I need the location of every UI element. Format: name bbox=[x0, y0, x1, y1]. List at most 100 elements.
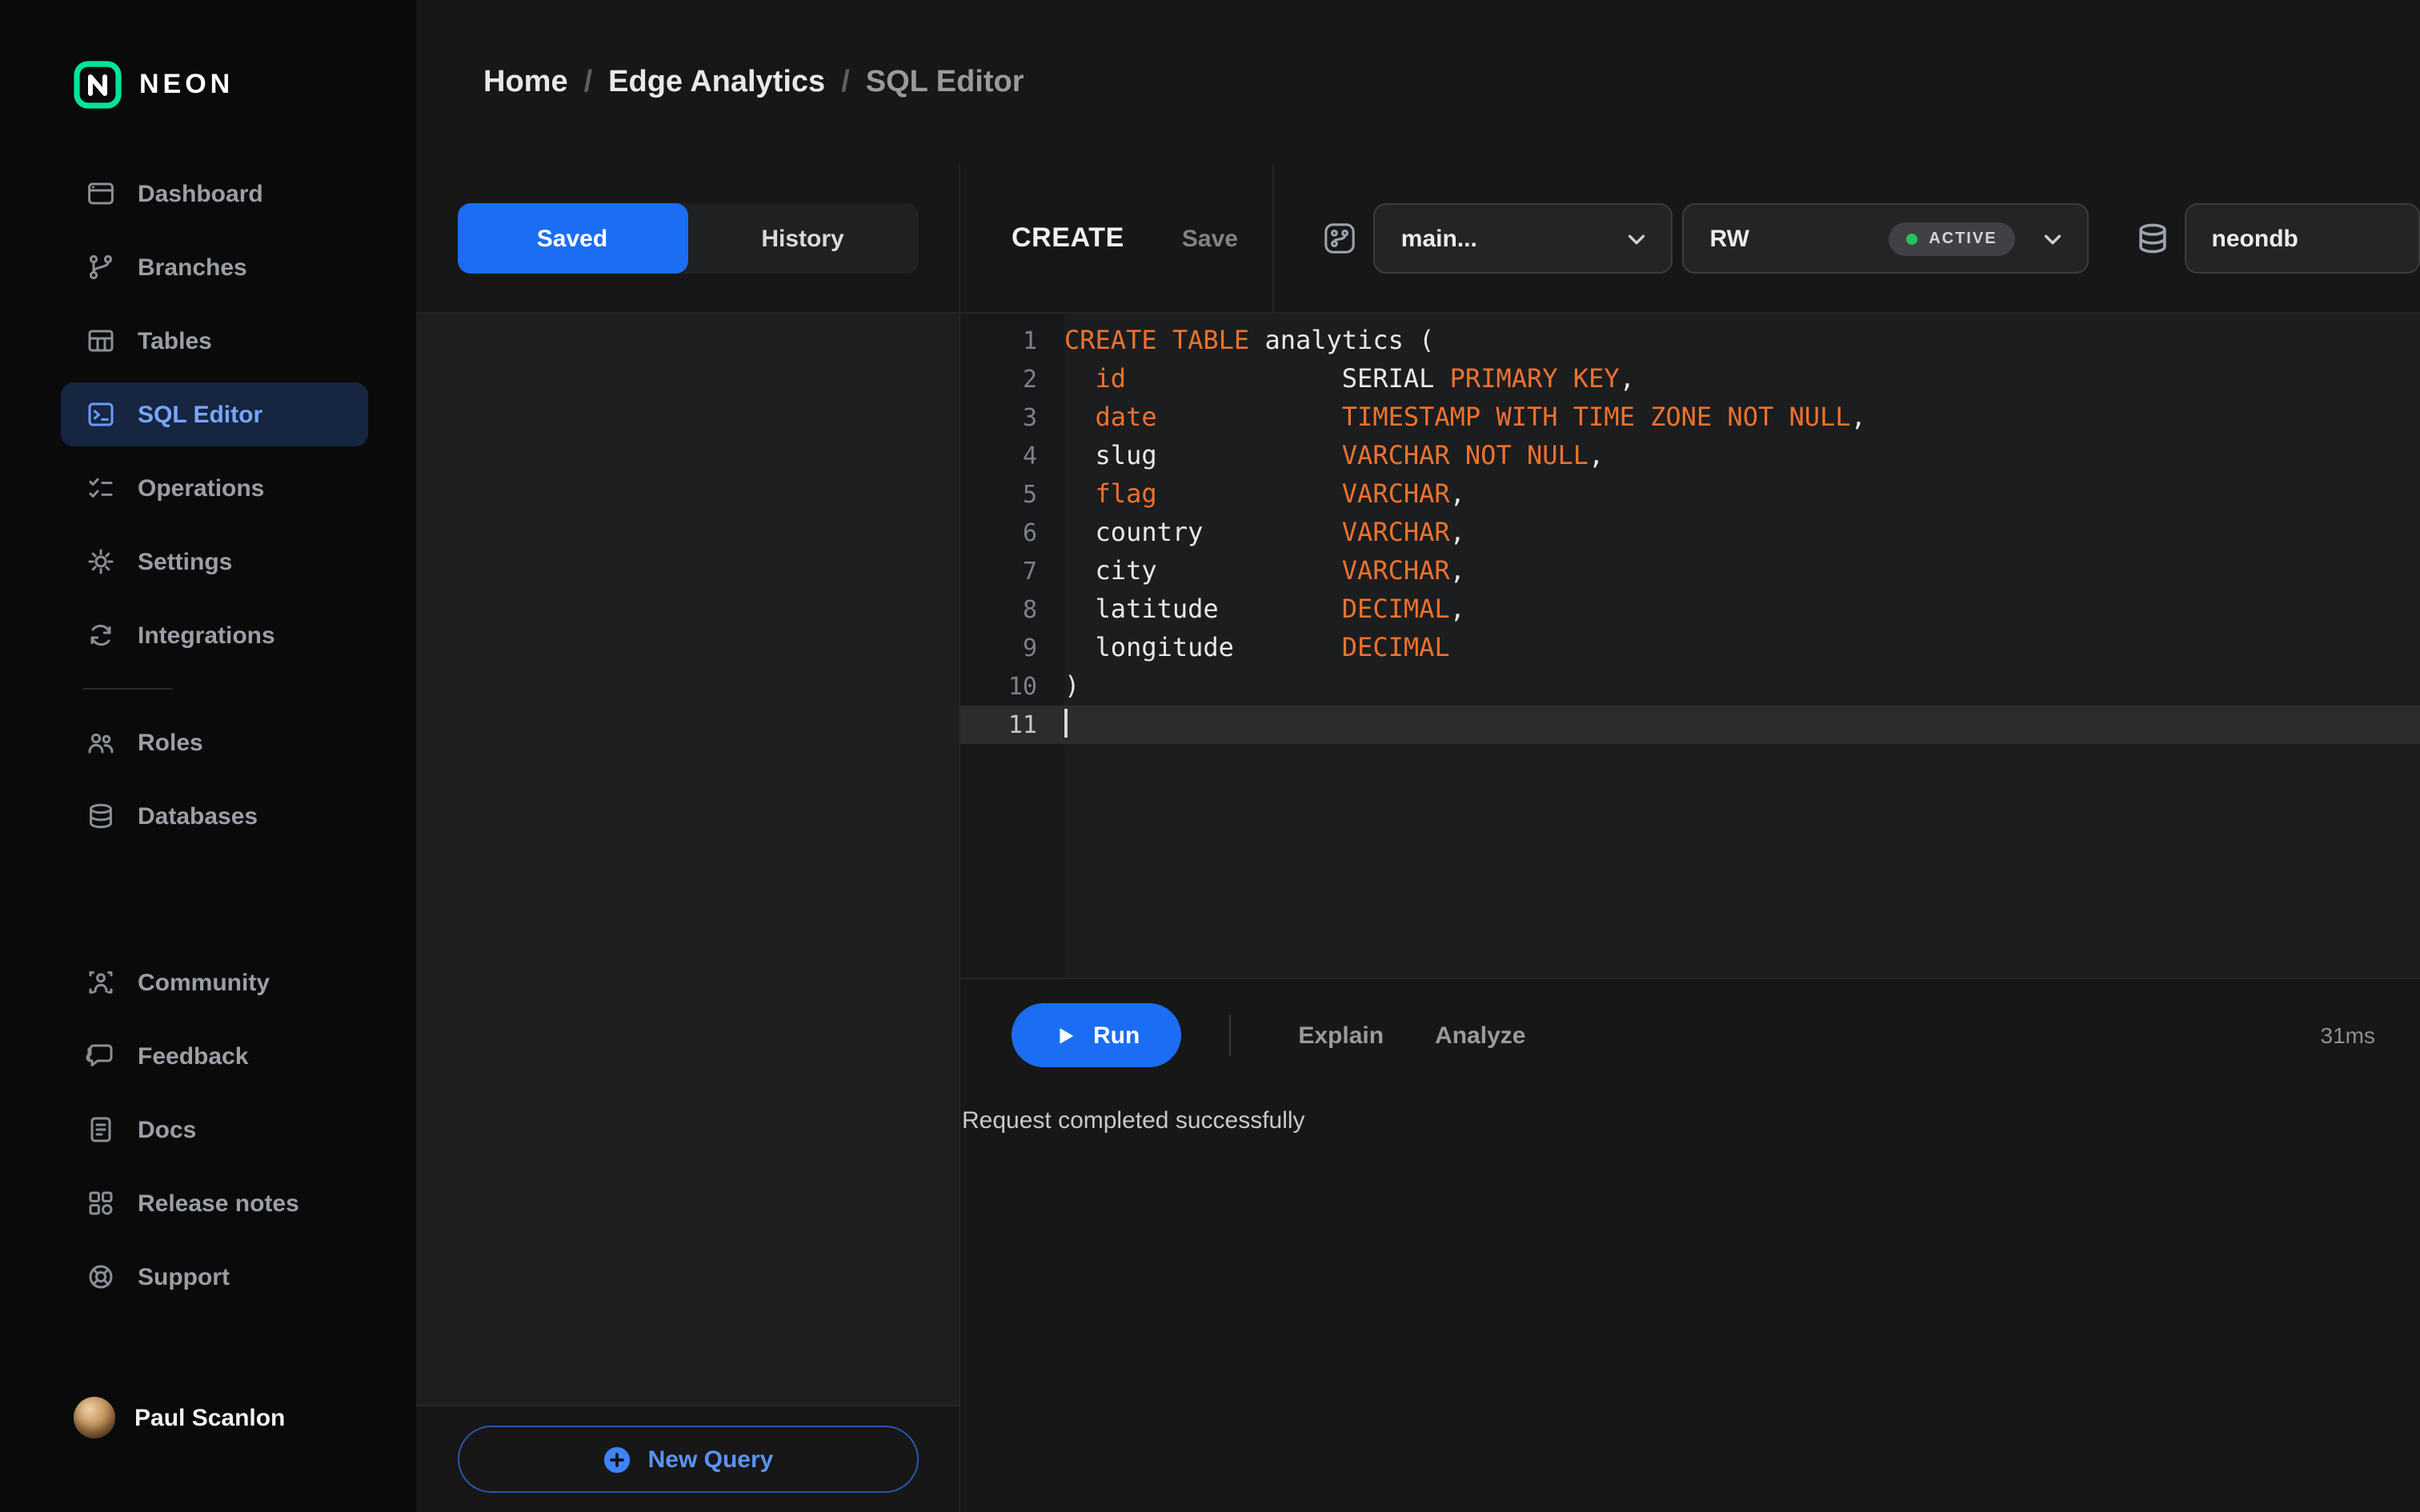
code-text: CREATE TABLE analytics ( bbox=[1064, 325, 1435, 355]
status-message: Request completed successfully bbox=[962, 1107, 1305, 1134]
chevron-down-icon bbox=[2041, 226, 2065, 250]
sidebar-item-settings[interactable]: Settings bbox=[61, 530, 368, 594]
support-icon bbox=[85, 1261, 117, 1293]
queries-footer: New Query bbox=[416, 1406, 959, 1512]
sidebar-item-support[interactable]: Support bbox=[61, 1245, 368, 1309]
play-icon bbox=[1053, 1023, 1077, 1047]
sidebar-item-label: SQL Editor bbox=[138, 401, 263, 428]
new-query-label: New Query bbox=[647, 1446, 774, 1473]
user-name: Paul Scanlon bbox=[134, 1404, 286, 1431]
integrations-icon bbox=[85, 619, 117, 651]
code-text: flag VARCHAR, bbox=[1095, 478, 1465, 509]
sidebar-item-label: Release notes bbox=[138, 1190, 299, 1217]
run-bar: Run Explain Analyze 31ms bbox=[960, 978, 2420, 1091]
line-number: 8 bbox=[1022, 595, 1037, 624]
line-number: 9 bbox=[1022, 634, 1037, 662]
plus-circle-icon bbox=[602, 1444, 632, 1474]
sidebar-group: Dashboard Branches Tables SQL Editor Operati… bbox=[0, 162, 416, 667]
sidebar-item-integrations[interactable]: Integrations bbox=[61, 603, 368, 667]
editor-toolbar: CREATE Save main... RW ACTIVE neondb bbox=[960, 165, 2420, 314]
breadcrumb: Home / Edge Analytics / SQL Editor bbox=[416, 0, 2420, 165]
line-number: 1 bbox=[1022, 326, 1037, 355]
code-text: id SERIAL PRIMARY KEY, bbox=[1095, 363, 1635, 394]
new-query-button[interactable]: New Query bbox=[457, 1426, 918, 1493]
code-line[interactable]: 3 date TIMESTAMP WITH TIME ZONE NOT NULL… bbox=[960, 398, 2420, 437]
sidebar-item-label: Operations bbox=[138, 474, 265, 502]
content-area: Saved History New Query CREATE Save main… bbox=[416, 165, 2420, 1512]
saved-queries-list[interactable] bbox=[416, 312, 959, 1406]
query-title: CREATE bbox=[1012, 222, 1124, 253]
sidebar-item-docs[interactable]: Docs bbox=[61, 1098, 368, 1162]
sidebar-item-branches[interactable]: Branches bbox=[61, 235, 368, 299]
line-number: 2 bbox=[1022, 365, 1037, 394]
database-select[interactable]: neondb bbox=[2184, 203, 2420, 274]
sql-editor-icon bbox=[85, 398, 117, 430]
code-line[interactable]: 4 slug VARCHAR NOT NULL, bbox=[960, 437, 2420, 475]
branch-diagram-icon[interactable] bbox=[1323, 221, 1358, 256]
line-number: 6 bbox=[1022, 518, 1037, 547]
user-menu[interactable]: Paul Scanlon bbox=[0, 1397, 416, 1512]
sql-code-editor[interactable]: 1 CREATE TABLE analytics ( 2 id SERIAL PRI… bbox=[960, 314, 2420, 978]
sidebar: NEON Dashboard Branches Tables SQL Editor Op… bbox=[0, 0, 416, 1512]
code-line[interactable]: 5 flag VARCHAR, bbox=[960, 475, 2420, 514]
save-button[interactable]: Save bbox=[1182, 225, 1238, 252]
main-content: Home / Edge Analytics / SQL Editor Saved Hist… bbox=[416, 0, 2420, 1512]
branch-select-value: main... bbox=[1400, 225, 1477, 252]
sidebar-item-feedback[interactable]: Feedback bbox=[61, 1024, 368, 1088]
analyze-button[interactable]: Analyze bbox=[1409, 1022, 1551, 1049]
sidebar-item-label: Roles bbox=[138, 729, 203, 756]
tab-history[interactable]: History bbox=[687, 203, 918, 274]
code-line[interactable]: 11 bbox=[960, 706, 2420, 744]
database-icon bbox=[2134, 219, 2172, 258]
sidebar-item-tables[interactable]: Tables bbox=[61, 309, 368, 373]
explain-button[interactable]: Explain bbox=[1272, 1022, 1409, 1049]
line-number: 10 bbox=[1008, 672, 1037, 701]
docs-icon bbox=[85, 1114, 117, 1146]
line-number: 3 bbox=[1022, 403, 1037, 432]
breadcrumb-item-sql-editor: SQL Editor bbox=[865, 65, 1024, 98]
status-badge-label: ACTIVE bbox=[1929, 230, 1997, 247]
sidebar-item-label: Tables bbox=[138, 327, 212, 354]
breadcrumb-item-edge-analytics[interactable]: Edge Analytics bbox=[608, 65, 825, 100]
code-line[interactable]: 2 id SERIAL PRIMARY KEY, bbox=[960, 360, 2420, 398]
code-text: latitude DECIMAL, bbox=[1064, 594, 1465, 624]
sidebar-item-operations[interactable]: Operations bbox=[61, 456, 368, 520]
neon-logo-icon bbox=[74, 61, 122, 109]
sidebar-item-label: Integrations bbox=[138, 622, 275, 649]
run-button[interactable]: Run bbox=[1012, 1003, 1182, 1067]
sidebar-item-dashboard[interactable]: Dashboard bbox=[61, 162, 368, 226]
query-duration: 31ms bbox=[2320, 1022, 2375, 1048]
query-tabs: Saved History bbox=[457, 203, 918, 274]
line-number: 7 bbox=[1022, 557, 1037, 586]
tab-saved[interactable]: Saved bbox=[457, 203, 687, 274]
code-line[interactable]: 1 CREATE TABLE analytics ( bbox=[960, 322, 2420, 360]
databases-icon bbox=[85, 800, 117, 832]
sidebar-item-label: Branches bbox=[138, 254, 247, 281]
queries-panel: Saved History New Query bbox=[416, 165, 960, 1512]
brand-name: NEON bbox=[139, 69, 234, 99]
code-line[interactable]: 10) bbox=[960, 667, 2420, 706]
breadcrumb-item-home[interactable]: Home bbox=[483, 65, 568, 100]
branch-select[interactable]: main... bbox=[1373, 203, 1673, 274]
dashboard-icon bbox=[85, 178, 117, 210]
sidebar-item-label: Docs bbox=[138, 1116, 197, 1143]
code-line[interactable]: 6 country VARCHAR, bbox=[960, 514, 2420, 552]
sidebar-item-community[interactable]: Community bbox=[61, 950, 368, 1014]
query-tabs-bar: Saved History bbox=[416, 165, 959, 312]
sidebar-item-label: Community bbox=[138, 969, 270, 996]
community-icon bbox=[85, 966, 117, 998]
brand-logo[interactable]: NEON bbox=[0, 0, 416, 109]
sidebar-item-release-notes[interactable]: Release notes bbox=[61, 1171, 368, 1235]
branches-icon bbox=[85, 251, 117, 283]
sidebar-item-label: Support bbox=[138, 1263, 230, 1290]
code-line[interactable]: 7 city VARCHAR, bbox=[960, 552, 2420, 590]
compute-select[interactable]: RW ACTIVE bbox=[1682, 203, 2089, 274]
sql-editor-panel: CREATE Save main... RW ACTIVE neondb 1 C… bbox=[960, 165, 2420, 1512]
code-line[interactable]: 8 latitude DECIMAL, bbox=[960, 590, 2420, 629]
sidebar-item-databases[interactable]: Databases bbox=[61, 784, 368, 848]
sidebar-item-sql-editor[interactable]: SQL Editor bbox=[61, 382, 368, 446]
code-line[interactable]: 9 longitude DECIMAL bbox=[960, 629, 2420, 667]
sidebar-item-label: Dashboard bbox=[138, 180, 263, 207]
sidebar-item-label: Settings bbox=[138, 548, 233, 575]
sidebar-item-roles[interactable]: Roles bbox=[61, 710, 368, 774]
